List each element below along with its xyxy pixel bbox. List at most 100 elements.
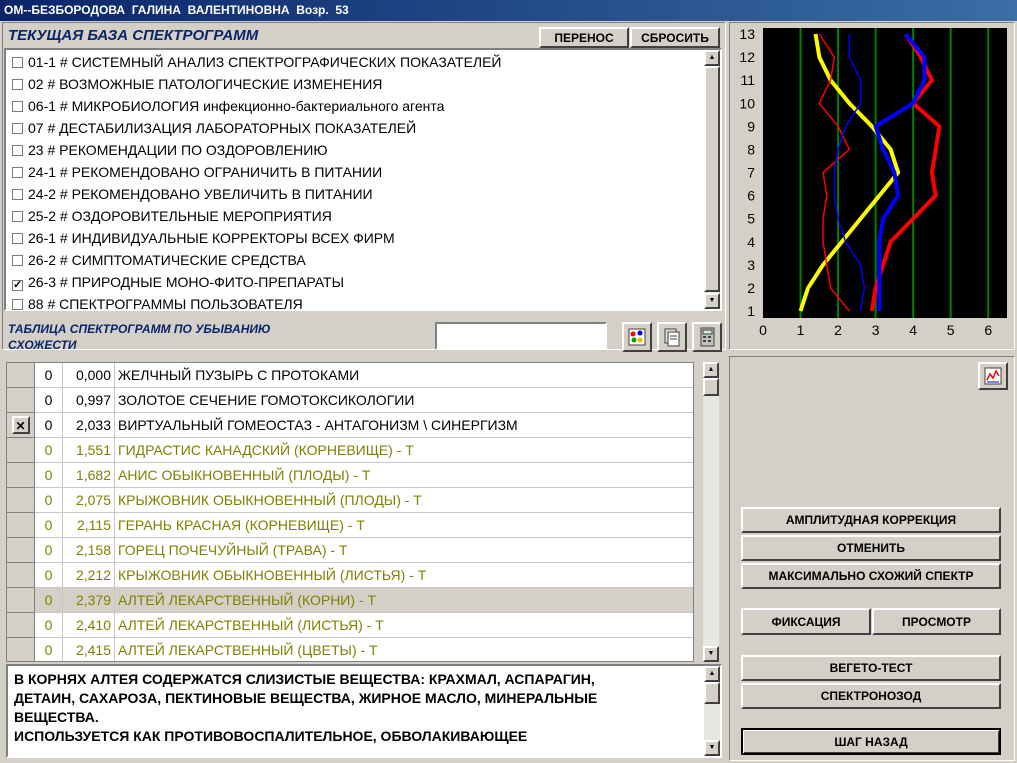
table-row[interactable]: 0 2,212 КРЫЖОВНИК ОБЫКНОВЕННЫЙ (ЛИСТЬЯ) - … bbox=[7, 563, 693, 588]
calculator-icon bbox=[700, 327, 715, 347]
base-item-label: 26-3 # ПРИРОДНЫЕ МОНО-ФИТО-ПРЕПАРАТЫ bbox=[28, 274, 344, 290]
table-row[interactable]: 0 0,000 ЖЕЛЧНЫЙ ПУЗЫРЬ С ПРОТОКАМИ bbox=[7, 363, 693, 388]
scroll-thumb[interactable] bbox=[704, 66, 720, 292]
max-similar-spectrum-button[interactable]: МАКСИМАЛЬНО СХОЖИЙ СПЕКТР bbox=[741, 563, 1001, 589]
table-cell-marker[interactable] bbox=[7, 438, 35, 463]
table-cell-marker[interactable] bbox=[7, 638, 35, 661]
table-cell-marker[interactable] bbox=[7, 538, 35, 563]
table-cell-marker[interactable] bbox=[7, 513, 35, 538]
base-item-label: 24-1 # РЕКОМЕНДОВАНО ОГРАНИЧИТЬ В ПИТАНИ… bbox=[28, 164, 383, 180]
table-row[interactable]: ✕ 0 2,033 ВИРТУАЛЬНЫЙ ГОМЕОСТАЗ - АНТАГОНИЗ… bbox=[7, 413, 693, 438]
base-scrollbar[interactable]: ▲ ▼ bbox=[704, 50, 720, 309]
transfer-button[interactable]: ПЕРЕНОС bbox=[539, 27, 629, 48]
cancel-button[interactable]: ОТМЕНИТЬ bbox=[741, 535, 1001, 561]
table-cell-marker[interactable] bbox=[7, 463, 35, 488]
scroll-up-icon[interactable]: ▲ bbox=[703, 362, 719, 378]
base-list-item[interactable]: 88 # СПЕКТРОГРАММЫ ПОЛЬЗОВАТЕЛЯ bbox=[12, 294, 303, 314]
search-input[interactable] bbox=[435, 322, 607, 350]
table-cell-value: 2,379 bbox=[63, 588, 115, 613]
view-button[interactable]: ПРОСМОТР bbox=[872, 608, 1001, 635]
checkbox[interactable] bbox=[12, 299, 23, 310]
copy-tool-button[interactable] bbox=[657, 322, 687, 352]
table-row[interactable]: 0 2,415 АЛТЕЙ ЛЕКАРСТВЕННЫЙ (ЦВЕТЫ) - Т bbox=[7, 638, 693, 661]
checkbox[interactable] bbox=[12, 57, 23, 68]
base-list-item[interactable]: 24-1 # РЕКОМЕНДОВАНО ОГРАНИЧИТЬ В ПИТАНИ… bbox=[12, 162, 382, 182]
checkbox[interactable] bbox=[12, 255, 23, 266]
base-item-label: 88 # СПЕКТРОГРАММЫ ПОЛЬЗОВАТЕЛЯ bbox=[28, 296, 303, 312]
table-row[interactable]: 0 2,379 АЛТЕЙ ЛЕКАРСТВЕННЫЙ (КОРНИ) - Т bbox=[7, 588, 693, 613]
checkbox[interactable] bbox=[12, 189, 23, 200]
y-tick-label: 11 bbox=[740, 72, 755, 88]
table-cell-flag: 0 bbox=[35, 413, 63, 438]
spectrogram-table: 0 0,000 ЖЕЛЧНЫЙ ПУЗЫРЬ С ПРОТОКАМИ 0 0,997 ЗО… bbox=[6, 362, 694, 662]
checkbox[interactable] bbox=[12, 79, 23, 90]
scroll-up-icon[interactable]: ▲ bbox=[704, 666, 720, 682]
base-list-item[interactable]: 23 # РЕКОМЕНДАЦИИ ПО ОЗДОРОВЛЕНИЮ bbox=[12, 140, 328, 160]
close-icon[interactable]: ✕ bbox=[11, 416, 30, 434]
table-cell-value: 0,997 bbox=[63, 388, 115, 413]
table-row[interactable]: 0 0,997 ЗОЛОТОЕ СЕЧЕНИЕ ГОМОТОКСИКОЛОГИИ bbox=[7, 388, 693, 413]
table-cell-flag: 0 bbox=[35, 538, 63, 563]
table-row[interactable]: 0 2,410 АЛТЕЙ ЛЕКАРСТВЕННЫЙ (ЛИСТЬЯ) - Т bbox=[7, 613, 693, 638]
graph-tool-button[interactable] bbox=[978, 362, 1008, 390]
table-cell-marker[interactable] bbox=[7, 588, 35, 613]
base-item-label: 26-1 # ИНДИВИДУАЛЬНЫЕ КОРРЕКТОРЫ ВСЕХ ФИ… bbox=[28, 230, 395, 246]
fix-button[interactable]: ФИКСАЦИЯ bbox=[741, 608, 871, 635]
table-row[interactable]: 0 2,115 ГЕРАНЬ КРАСНАЯ (КОРНЕВИЩЕ) - Т bbox=[7, 513, 693, 538]
palette-tool-button[interactable] bbox=[622, 322, 652, 352]
checkbox[interactable] bbox=[12, 123, 23, 134]
base-item-label: 01-1 # СИСТЕМНЫЙ АНАЛИЗ СПЕКТРОГРАФИЧЕСК… bbox=[28, 54, 502, 70]
base-list-item[interactable]: 26-1 # ИНДИВИДУАЛЬНЫЕ КОРРЕКТОРЫ ВСЕХ ФИ… bbox=[12, 228, 395, 248]
table-row[interactable]: 0 2,075 КРЫЖОВНИК ОБЫКНОВЕННЫЙ (ПЛОДЫ) - Т bbox=[7, 488, 693, 513]
base-item-label: 23 # РЕКОМЕНДАЦИИ ПО ОЗДОРОВЛЕНИЮ bbox=[28, 142, 328, 158]
checkbox[interactable] bbox=[12, 101, 23, 112]
checkbox[interactable] bbox=[12, 167, 23, 178]
base-list-item[interactable]: 06-1 # МИКРОБИОЛОГИЯ инфекционно-бактери… bbox=[12, 96, 444, 116]
table-cell-marker[interactable] bbox=[7, 363, 35, 388]
base-list-item[interactable]: 25-2 # ОЗДОРОВИТЕЛЬНЫЕ МЕРОПРИЯТИЯ bbox=[12, 206, 332, 226]
table-cell-name: КРЫЖОВНИК ОБЫКНОВЕННЫЙ (ЛИСТЬЯ) - Т bbox=[115, 563, 693, 588]
scroll-down-icon[interactable]: ▼ bbox=[703, 646, 719, 662]
spectronosode-button[interactable]: СПЕКТРОНОЗОД bbox=[741, 683, 1001, 709]
table-cell-value: 0,000 bbox=[63, 363, 115, 388]
description-scrollbar[interactable]: ▲ ▼ bbox=[704, 666, 720, 756]
table-scrollbar[interactable]: ▲ ▼ bbox=[703, 362, 719, 662]
description-line: В КОРНЯХ АЛТЕЯ СОДЕРЖАТСЯ СЛИЗИСТЫЕ ВЕЩЕ… bbox=[14, 671, 595, 687]
reset-button[interactable]: СБРОСИТЬ bbox=[630, 27, 720, 48]
base-list-item[interactable]: 02 # ВОЗМОЖНЫЕ ПАТОЛОГИЧЕСКИЕ ИЗМЕНЕНИЯ bbox=[12, 74, 382, 94]
scroll-thumb[interactable] bbox=[704, 682, 720, 704]
table-cell-marker[interactable] bbox=[7, 563, 35, 588]
table-cell-marker[interactable] bbox=[7, 613, 35, 638]
scroll-down-icon[interactable]: ▼ bbox=[704, 293, 720, 309]
documents-icon bbox=[664, 328, 680, 347]
table-row[interactable]: 0 1,682 АНИС ОБЫКНОВЕННЫЙ (ПЛОДЫ) - Т bbox=[7, 463, 693, 488]
checkbox[interactable] bbox=[12, 233, 23, 244]
checkbox[interactable] bbox=[12, 145, 23, 156]
base-item-label: 25-2 # ОЗДОРОВИТЕЛЬНЫЕ МЕРОПРИЯТИЯ bbox=[28, 208, 332, 224]
y-tick-label: 2 bbox=[747, 280, 755, 296]
base-list-item[interactable]: 01-1 # СИСТЕМНЫЙ АНАЛИЗ СПЕКТРОГРАФИЧЕСК… bbox=[12, 52, 502, 72]
table-cell-marker[interactable] bbox=[7, 488, 35, 513]
table-row[interactable]: 0 2,158 ГОРЕЦ ПОЧЕЧУЙНЫЙ (ТРАВА) - Т bbox=[7, 538, 693, 563]
table-cell-value: 2,115 bbox=[63, 513, 115, 538]
scroll-up-icon[interactable]: ▲ bbox=[704, 50, 720, 66]
step-back-button[interactable]: ШАГ НАЗАД bbox=[741, 728, 1001, 755]
table-cell-name: ВИРТУАЛЬНЫЙ ГОМЕОСТАЗ - АНТАГОНИЗМ \ СИН… bbox=[115, 413, 693, 438]
table-cell-value: 2,415 bbox=[63, 638, 115, 661]
table-cell-marker[interactable]: ✕ bbox=[7, 413, 35, 438]
checkbox-checked[interactable]: ✓ bbox=[12, 280, 23, 291]
scroll-thumb[interactable] bbox=[703, 378, 719, 396]
scroll-down-icon[interactable]: ▼ bbox=[704, 740, 720, 756]
table-row[interactable]: 0 1,551 ГИДРАСТИС КАНАДСКИЙ (КОРНЕВИЩЕ) - … bbox=[7, 438, 693, 463]
amplitude-correction-button[interactable]: АМПЛИТУДНАЯ КОРРЕКЦИЯ bbox=[741, 507, 1001, 533]
base-list-item[interactable]: 24-2 # РЕКОМЕНДОВАНО УВЕЛИЧИТЬ В ПИТАНИИ bbox=[12, 184, 373, 204]
base-list-item[interactable]: 07 # ДЕСТАБИЛИЗАЦИЯ ЛАБОРАТОРНЫХ ПОКАЗАТ… bbox=[12, 118, 416, 138]
checkbox[interactable] bbox=[12, 211, 23, 222]
table-cell-flag: 0 bbox=[35, 513, 63, 538]
base-list-item[interactable]: 26-2 # СИМПТОМАТИЧЕСКИЕ СРЕДСТВА bbox=[12, 250, 306, 270]
y-tick-label: 4 bbox=[747, 234, 755, 250]
calculator-tool-button[interactable] bbox=[692, 322, 722, 352]
table-cell-marker[interactable] bbox=[7, 388, 35, 413]
vegeto-test-button[interactable]: ВЕГЕТО-ТЕСТ bbox=[741, 655, 1001, 681]
base-list-item[interactable]: ✓ 26-3 # ПРИРОДНЫЕ МОНО-ФИТО-ПРЕПАРАТЫ bbox=[12, 272, 344, 292]
